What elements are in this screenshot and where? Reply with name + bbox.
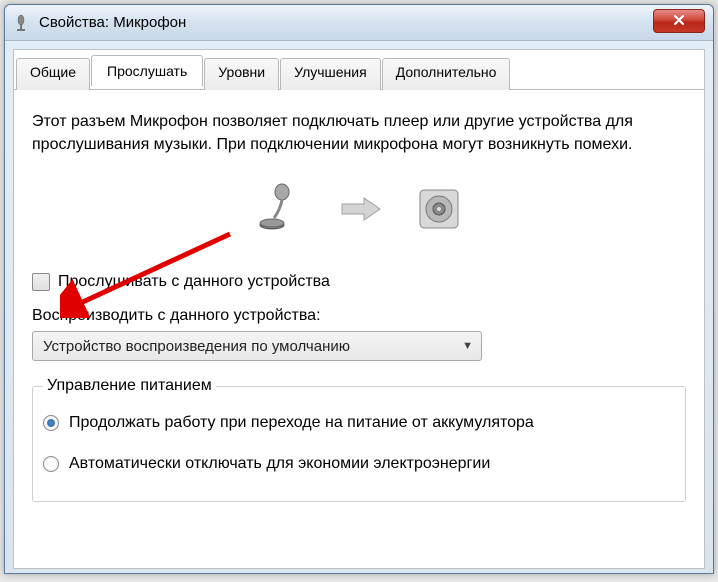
description-text: Этот разъем Микрофон позволяет подключат…: [32, 110, 686, 156]
microphone-illustration-icon: [252, 180, 310, 243]
chevron-down-icon: ▼: [458, 340, 477, 352]
arrow-right-icon: [340, 196, 382, 227]
tab-listen-content: Этот разъем Микрофон позволяет подключат…: [14, 90, 704, 522]
titlebar[interactable]: Свойства: Микрофон: [5, 5, 713, 41]
speaker-illustration-icon: [412, 182, 466, 241]
radio-auto-disable[interactable]: [43, 456, 59, 472]
tab-enhancements[interactable]: Улучшения: [280, 58, 381, 90]
tab-strip: Общие Прослушать Уровни Улучшения Дополн…: [14, 58, 704, 90]
annotation-arrow: [60, 228, 240, 323]
playback-device-dropdown[interactable]: Устройство воспроизведения по умолчанию …: [32, 331, 482, 361]
properties-dialog: Свойства: Микрофон Общие Прослушать Уров…: [4, 4, 714, 574]
power-legend: Управление питанием: [43, 377, 216, 395]
tab-general[interactable]: Общие: [16, 58, 90, 90]
radio-continue-label: Продолжать работу при переходе на питани…: [69, 412, 534, 434]
dialog-content: Общие Прослушать Уровни Улучшения Дополн…: [13, 49, 705, 569]
close-icon: [673, 13, 685, 29]
radio-auto-disable-label: Автоматически отключать для экономии эле…: [69, 453, 490, 475]
mic-icon: [11, 13, 31, 33]
tab-levels[interactable]: Уровни: [204, 58, 279, 90]
radio-continue-on-battery[interactable]: [43, 415, 59, 431]
tab-advanced[interactable]: Дополнительно: [382, 58, 511, 90]
dropdown-selected-value: Устройство воспроизведения по умолчанию: [43, 338, 458, 355]
close-button[interactable]: [653, 9, 705, 33]
tab-listen[interactable]: Прослушать: [91, 55, 203, 87]
listen-checkbox[interactable]: [32, 273, 50, 291]
window-title: Свойства: Микрофон: [39, 14, 653, 31]
power-management-group: Управление питанием Продолжать работу пр…: [32, 377, 686, 501]
